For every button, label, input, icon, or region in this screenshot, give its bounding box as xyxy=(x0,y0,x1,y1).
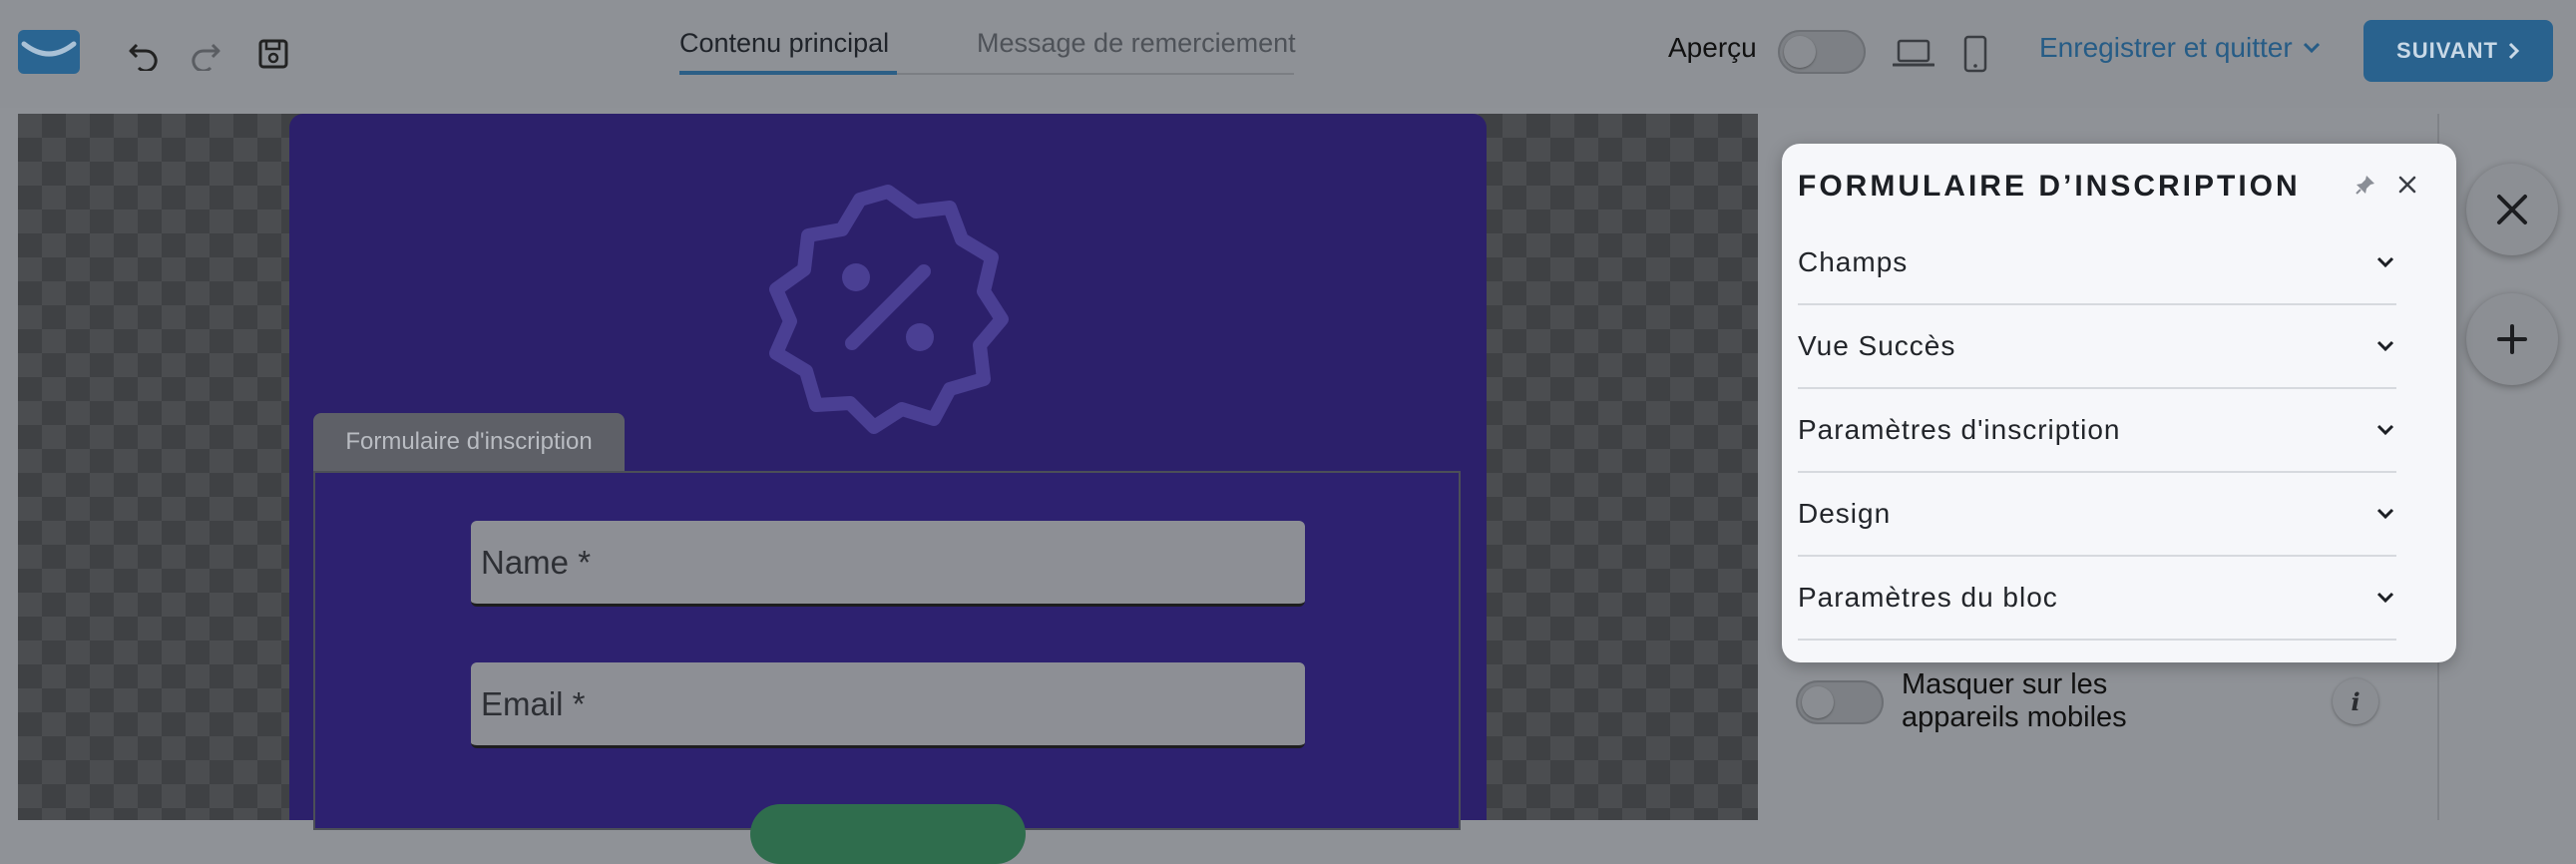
form-settings-panel: FORMULAIRE D’INSCRIPTION Champs Vue Succ… xyxy=(1782,144,2456,662)
accordion-label: Paramètres d'inscription xyxy=(1798,414,2121,445)
chevron-down-icon xyxy=(2374,587,2396,609)
name-field[interactable]: Name * xyxy=(471,521,1305,607)
chevron-down-icon xyxy=(2374,503,2396,525)
accordion-parametres-bloc[interactable]: Paramètres du bloc xyxy=(1798,557,2396,641)
top-toolbar: Contenu principal Message de remerciemen… xyxy=(0,0,2576,108)
pin-icon[interactable] xyxy=(2351,170,2380,200)
toggle-knob xyxy=(1802,686,1834,718)
tab-message-remerciement[interactable]: Message de remerciement xyxy=(977,12,1296,74)
accordion-vue-succes[interactable]: Vue Succès xyxy=(1798,305,2396,389)
plus-icon xyxy=(2497,324,2527,354)
toggle-knob xyxy=(1784,36,1816,68)
panel-title: FORMULAIRE D’INSCRIPTION xyxy=(1798,170,2301,203)
discount-badge-icon xyxy=(758,180,1018,439)
accordion-parametres-inscription[interactable]: Paramètres d'inscription xyxy=(1798,389,2396,473)
accordion-champs[interactable]: Champs xyxy=(1798,221,2396,305)
preview-label: Aperçu xyxy=(1668,32,1757,63)
preview-toggle[interactable] xyxy=(1778,30,1866,74)
submit-button[interactable] xyxy=(750,804,1026,864)
redo-icon[interactable] xyxy=(186,34,225,74)
close-sidebar-button[interactable] xyxy=(2466,164,2558,255)
chevron-down-icon xyxy=(2374,251,2396,273)
hide-on-mobile-label: Masquer sur les appareils mobiles xyxy=(1902,668,2127,733)
save-and-quit-label: Enregistrer et quitter xyxy=(2039,32,2293,63)
chevron-down-icon xyxy=(2303,42,2320,54)
save-icon[interactable] xyxy=(253,34,293,74)
next-button-label: SUIVANT xyxy=(2396,38,2498,63)
close-icon[interactable] xyxy=(2392,170,2422,200)
accordion-label: Vue Succès xyxy=(1798,330,1956,361)
undo-icon[interactable] xyxy=(124,34,164,74)
chevron-down-icon xyxy=(2374,419,2396,441)
save-and-quit-button[interactable]: Enregistrer et quitter xyxy=(2039,32,2321,64)
close-icon xyxy=(2497,195,2527,224)
hide-on-mobile-toggle[interactable] xyxy=(1796,680,1884,724)
add-block-button[interactable] xyxy=(2466,293,2558,385)
chevron-right-icon xyxy=(2508,42,2520,60)
accordion-label: Paramètres du bloc xyxy=(1798,582,2058,613)
next-button[interactable]: SUIVANT xyxy=(2363,20,2553,82)
email-field-placeholder: Email * xyxy=(481,684,586,722)
accordion-label: Design xyxy=(1798,498,1892,529)
name-field-placeholder: Name * xyxy=(481,543,592,581)
accordion-design[interactable]: Design xyxy=(1798,473,2396,557)
email-field[interactable]: Email * xyxy=(471,662,1305,748)
mobile-icon[interactable] xyxy=(1955,34,1995,74)
chevron-down-icon xyxy=(2374,335,2396,357)
tab-active-indicator xyxy=(679,71,897,75)
accordion-label: Champs xyxy=(1798,246,1909,277)
form-block-tab[interactable]: Formulaire d'inscription xyxy=(313,413,625,471)
tab-contenu-principal[interactable]: Contenu principal xyxy=(679,12,889,74)
info-icon[interactable]: i xyxy=(2333,678,2378,724)
laptop-icon[interactable] xyxy=(1892,34,1935,74)
mail-logo-icon[interactable] xyxy=(18,30,80,74)
